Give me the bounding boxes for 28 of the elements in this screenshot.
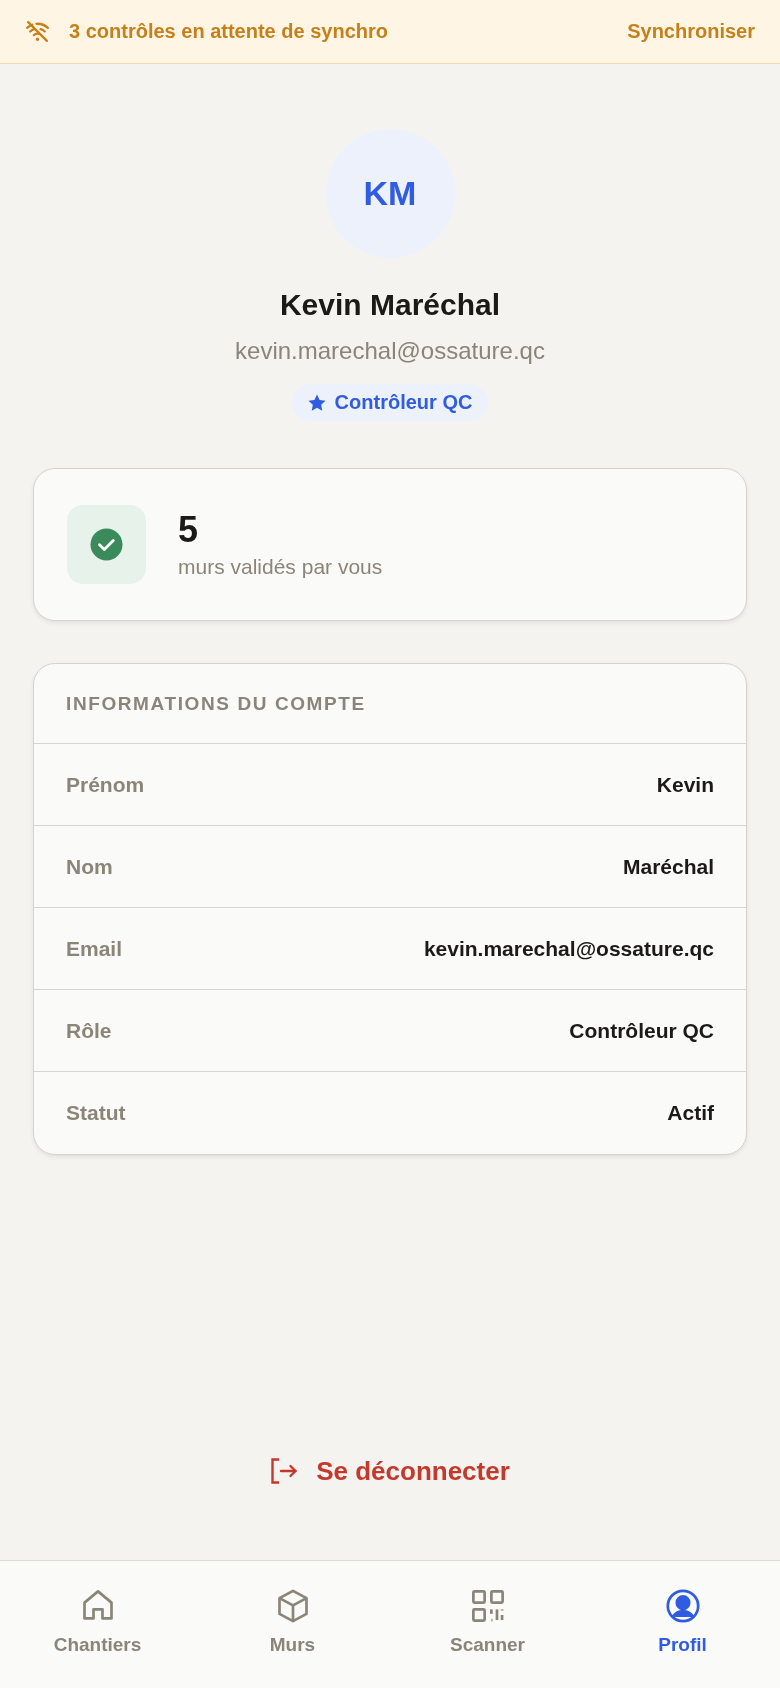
avatar-initials: KM xyxy=(325,129,455,258)
nav-tab[interactable]: Profil xyxy=(585,1561,780,1688)
role-text: Contrôleur QC xyxy=(334,391,473,414)
field-value: Actif xyxy=(667,1101,714,1125)
qr-code-icon xyxy=(469,1588,506,1624)
logout-icon xyxy=(270,1457,299,1485)
field-label: Statut xyxy=(66,1101,126,1125)
field-label: Email xyxy=(66,936,123,961)
sync-button[interactable]: Synchroniser xyxy=(627,16,755,47)
stat-value: 5 xyxy=(178,509,200,550)
field-value: Kevin xyxy=(656,772,714,797)
field-label: Rôle xyxy=(66,1018,112,1043)
logout-button[interactable]: Se déconnecter xyxy=(264,1443,516,1499)
wifi-off-icon xyxy=(25,19,50,44)
stat-label: murs validés par vous xyxy=(178,553,383,580)
field-label: Prénom xyxy=(66,772,145,797)
nav-tab[interactable]: Murs xyxy=(195,1561,390,1688)
sync-status-text: 3 contrôles en attente de synchro xyxy=(69,20,389,43)
section-title: INFORMATIONS DU COMPTE xyxy=(66,692,366,715)
user-email: kevin.marechal@ossature.qc xyxy=(235,337,545,365)
nav-tab[interactable]: Chantiers xyxy=(0,1561,195,1688)
user-name: Kevin Maréchal xyxy=(279,287,501,323)
field-value: Maréchal xyxy=(622,854,714,879)
user-circle-icon xyxy=(664,1588,701,1624)
field-label: Nom xyxy=(66,854,113,879)
field-value: Contrôleur QC xyxy=(569,1018,714,1043)
nav-tab[interactable]: Scanner xyxy=(390,1561,585,1688)
field-value: kevin.marechal@ossature.qc xyxy=(423,936,714,961)
